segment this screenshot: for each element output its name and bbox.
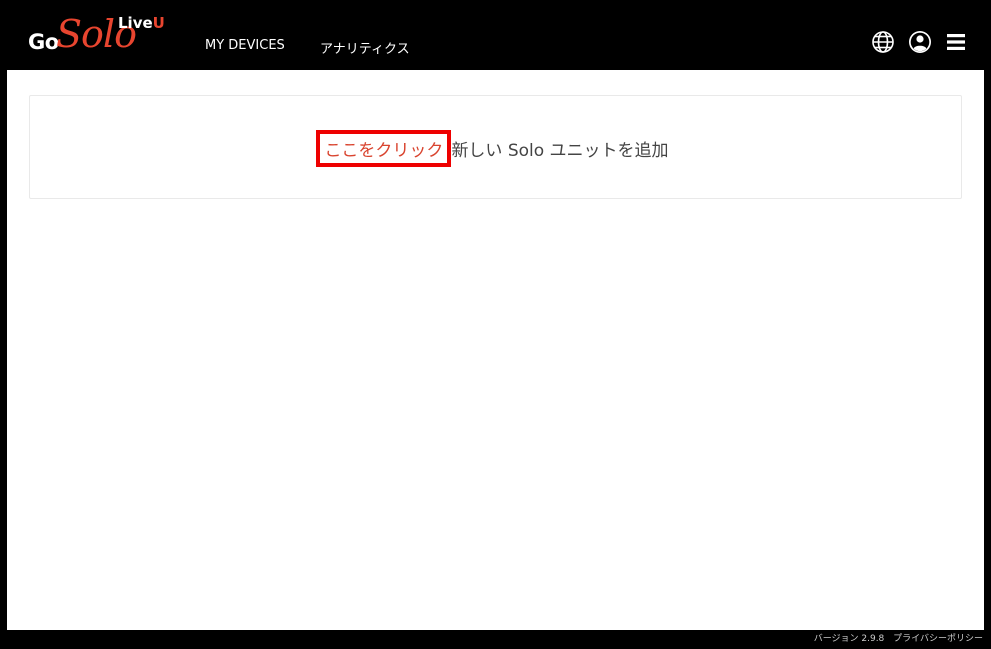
globe-icon[interactable] xyxy=(871,30,895,54)
logo-liveu-text: LiveU xyxy=(118,14,165,32)
hamburger-menu-icon[interactable] xyxy=(946,30,970,54)
logo-u-text: U xyxy=(152,14,165,32)
user-icon[interactable] xyxy=(908,30,932,54)
logo-live-text: Live xyxy=(118,14,153,32)
footer: バージョン 2.9.8 プライバシーポリシー xyxy=(814,631,983,644)
version-label: バージョン 2.9.8 xyxy=(813,634,885,644)
add-unit-card: ここをクリック 新しい Solo ユニットを追加 xyxy=(29,95,962,199)
click-here-link[interactable]: ここをクリック xyxy=(316,130,452,167)
logo-go-text: Go xyxy=(28,30,59,54)
app-window: Go Solo LiveU MY DEVICES アナリティクス ここをクリック… xyxy=(0,0,991,649)
main-content: ここをクリック 新しい Solo ユニットを追加 xyxy=(7,70,984,630)
nav-my-devices[interactable]: MY DEVICES xyxy=(205,38,285,53)
add-unit-text: 新しい Solo ユニットを追加 xyxy=(451,141,669,161)
add-unit-line: ここをクリック 新しい Solo ユニットを追加 xyxy=(30,130,961,167)
gosolo-liveu-logo[interactable]: Go Solo LiveU xyxy=(24,10,174,62)
nav-analytics[interactable]: アナリティクス xyxy=(320,38,410,57)
privacy-policy-link[interactable]: プライバシーポリシー xyxy=(893,634,983,644)
top-navbar: Go Solo LiveU MY DEVICES アナリティクス xyxy=(0,0,991,70)
